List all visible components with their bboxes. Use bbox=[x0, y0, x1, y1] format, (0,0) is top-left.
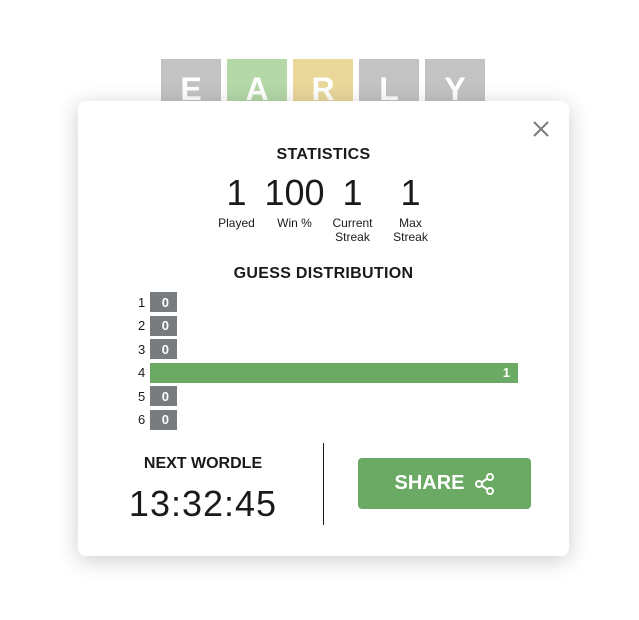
distribution-row: 5 0 bbox=[138, 386, 518, 407]
stat-value: 100 bbox=[264, 172, 325, 213]
stat-current-streak: 1 Current Streak bbox=[324, 172, 382, 245]
distribution-bar: 0 bbox=[150, 339, 177, 360]
close-button[interactable] bbox=[531, 119, 551, 139]
stat-label: Max Streak bbox=[393, 216, 428, 244]
stat-win-percent: 100 Win % bbox=[264, 172, 325, 244]
stat-value: 1 bbox=[400, 172, 421, 213]
distribution-bar: 0 bbox=[150, 292, 177, 312]
guess-distribution: 1 0 2 0 3 0 4 1 5 0 6 0 bbox=[138, 292, 518, 434]
footer-divider bbox=[323, 443, 324, 525]
guess-number: 3 bbox=[138, 341, 146, 357]
distribution-row: 2 0 bbox=[138, 315, 518, 336]
share-icon bbox=[474, 472, 495, 495]
distribution-row: 4 1 bbox=[138, 362, 518, 383]
game-screen: E A R L Y STATISTICS 1 Played 100 Win % bbox=[0, 0, 639, 620]
stat-label: Win % bbox=[277, 216, 312, 230]
close-icon[interactable] bbox=[531, 119, 551, 139]
countdown: NEXT WORDLE 13:32:45 bbox=[108, 455, 298, 525]
distribution-bar: 1 bbox=[150, 362, 518, 383]
stat-max-streak: 1 Max Streak bbox=[382, 172, 440, 245]
distribution-bar: 0 bbox=[150, 315, 177, 336]
stat-label: Current Streak bbox=[332, 216, 373, 244]
stat-value: 1 bbox=[226, 172, 247, 213]
distribution-bar: 0 bbox=[150, 409, 177, 430]
statistics-container: 1 Played 100 Win % 1 Current Streak 1 Ma… bbox=[78, 172, 569, 245]
distribution-row: 6 0 bbox=[138, 409, 518, 430]
distribution-row: 3 0 bbox=[138, 339, 518, 360]
distribution-row: 1 0 bbox=[138, 292, 518, 312]
distribution-bar: 0 bbox=[150, 386, 177, 407]
guess-number: 1 bbox=[138, 294, 146, 310]
next-wordle-title: NEXT WORDLE bbox=[143, 455, 263, 472]
share-label: SHARE bbox=[394, 472, 465, 494]
modal-footer: NEXT WORDLE 13:32:45 SHARE bbox=[78, 443, 569, 525]
guess-number: 4 bbox=[138, 365, 146, 381]
stat-label: Played bbox=[218, 216, 255, 230]
guess-number: 6 bbox=[138, 412, 146, 428]
share-button[interactable]: SHARE bbox=[358, 458, 531, 509]
guess-distribution-title: GUESS DISTRIBUTION bbox=[233, 265, 414, 282]
stat-played: 1 Played bbox=[208, 173, 266, 244]
guess-number: 5 bbox=[138, 388, 146, 404]
stat-value: 1 bbox=[342, 172, 363, 213]
guess-number: 2 bbox=[138, 318, 146, 334]
statistics-title: STATISTICS bbox=[276, 146, 371, 163]
statistics-modal: STATISTICS 1 Played 100 Win % 1 Current … bbox=[78, 101, 569, 556]
countdown-timer: 13:32:45 bbox=[128, 483, 278, 524]
